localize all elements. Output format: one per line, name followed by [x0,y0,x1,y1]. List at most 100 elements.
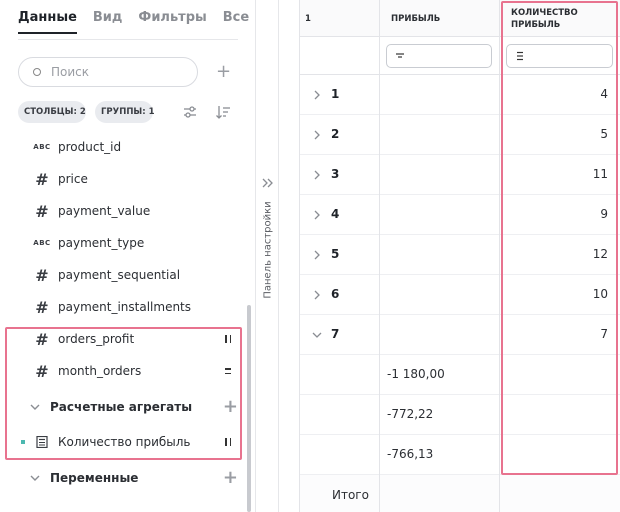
pivot-table: 1 ПРИБЫЛЬ КОЛИЧЕСТВО ПРИБЫЛЬ 1 4 2 5 3 1… [299,0,620,512]
chevron-down-icon[interactable] [311,329,323,341]
row-count: 5 [600,127,608,141]
profit-filter-input[interactable] [386,44,492,68]
expand-double-chevron-icon[interactable] [261,176,275,190]
row-count: 12 [592,247,608,261]
field-label: payment_sequential [58,268,181,282]
table-total-row: Итого [299,475,620,512]
header-count-profit[interactable]: КОЛИЧЕСТВО ПРИБЫЛЬ [511,0,601,37]
field-label: month_orders [58,364,142,378]
chevron-right-icon[interactable] [311,209,323,221]
field-item[interactable]: # payment_value [28,195,243,227]
search-icon [33,68,41,76]
number-type-icon: # [35,169,49,189]
section-calculated-aggregates[interactable]: Расчетные агрегаты + [28,393,238,421]
count-filter-input[interactable] [506,44,613,68]
field-item[interactable]: # payment_installments [28,291,243,323]
table-row[interactable]: 2 5 [299,115,620,155]
calculator-icon [36,436,48,448]
field-item[interactable]: ABC product_id [28,131,243,163]
section-title: Расчетные агрегаты [50,400,193,414]
field-label: payment_type [58,236,145,250]
row-key: 1 [331,87,340,101]
add-variable-icon[interactable]: + [223,469,238,487]
groups-chip[interactable]: ГРУППЫ: 1 [95,101,155,123]
row-count: 4 [600,87,608,101]
chevron-right-icon[interactable] [311,89,323,101]
row-key: 5 [331,247,340,261]
field-label: price [58,172,88,186]
number-type-icon: # [35,297,49,317]
filter-row [299,37,620,75]
total-label: Итого [332,488,369,502]
filter-icon [517,51,523,61]
section-variables[interactable]: Переменные + [28,464,238,492]
row-key: 4 [331,207,340,221]
number-type-icon: # [35,329,49,349]
section-title: Переменные [50,471,139,485]
row-count: 11 [592,167,608,181]
field-label: Количество прибыль [58,435,191,449]
scrollbar[interactable] [247,305,251,512]
field-label: payment_value [58,204,151,218]
table-sub-row[interactable]: -772,22 [299,395,620,435]
field-item[interactable]: # price [28,163,243,195]
row-count: 10 [592,287,608,301]
settings-panel-label: Панель настройки [262,201,274,299]
data-panel: Данные Вид Фильтры Все Поиск + СТОЛБЦЫ: … [0,0,255,512]
field-item-month-orders[interactable]: # month_orders [28,355,243,387]
table-row[interactable]: 5 12 [299,235,620,275]
tabs-divider [18,39,238,40]
sort-icon[interactable] [214,103,232,121]
column-marker-icon[interactable] [225,438,231,446]
table-row[interactable]: 6 10 [299,275,620,315]
settings-panel-toggle[interactable]: Панель настройки [255,0,279,512]
table-row[interactable]: 3 11 [299,155,620,195]
row-profit: -766,13 [387,447,434,461]
header-profit[interactable]: ПРИБЫЛЬ [391,0,440,37]
panel-tabs: Данные Вид Фильтры Все [18,10,249,34]
row-key: 7 [331,327,340,341]
status-dot [21,440,25,444]
table-row[interactable]: 4 9 [299,195,620,235]
tab-filters[interactable]: Фильтры [138,10,206,34]
chevron-right-icon[interactable] [311,249,323,261]
table-sub-row[interactable]: -1 180,00 [299,355,620,395]
row-count: 7 [600,327,608,341]
chevron-down-icon [30,404,40,410]
table-row[interactable]: 1 4 [299,75,620,115]
columns-chip[interactable]: СТОЛБЦЫ: 2 [18,101,86,123]
number-type-icon: # [35,265,49,285]
text-type-icon: ABC [33,143,51,151]
field-label: orders_profit [58,332,135,346]
tab-all[interactable]: Все [223,10,249,34]
column-marker-icon[interactable] [225,335,231,343]
field-item-orders-profit[interactable]: # orders_profit [28,323,243,355]
row-profit: -1 180,00 [387,367,445,381]
field-label: payment_installments [58,300,192,314]
chevron-right-icon[interactable] [311,289,323,301]
group-marker-icon[interactable] [225,368,231,374]
field-item[interactable]: ABC payment_type [28,227,243,259]
settings-sliders-icon[interactable] [181,103,199,121]
field-item[interactable]: # payment_sequential [28,259,243,291]
row-key: 6 [331,287,340,301]
field-label: product_id [58,140,122,154]
search-placeholder: Поиск [51,65,90,79]
tab-data[interactable]: Данные [18,10,77,34]
column-divider [299,0,300,512]
number-type-icon: # [35,361,49,381]
tab-view[interactable]: Вид [93,10,123,34]
column-divider [499,0,500,512]
add-field-icon[interactable]: + [216,63,231,81]
search-input[interactable]: Поиск [18,57,198,87]
add-aggregate-icon[interactable]: + [223,398,238,416]
chevron-right-icon[interactable] [311,169,323,181]
row-key: 3 [331,167,340,181]
table-sub-row[interactable]: -766,13 [299,435,620,475]
header-group[interactable]: 1 [305,0,311,37]
table-row-expanded[interactable]: 7 7 [299,315,620,355]
calculated-item[interactable]: Количество прибыль [28,426,243,458]
chevron-right-icon[interactable] [311,129,323,141]
number-type-icon: # [35,201,49,221]
text-type-icon: ABC [33,239,51,247]
